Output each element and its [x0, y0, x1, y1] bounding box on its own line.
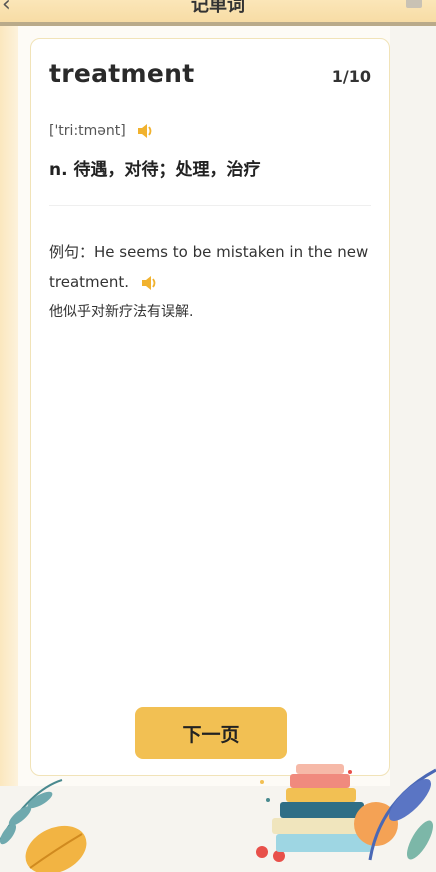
word-meaning: n. 待遇，对待；处理，治疗: [49, 160, 261, 180]
progress-counter: 1/10: [331, 67, 371, 86]
word-card: treatment 1/10 ['tri:tmənt] n. 待遇，对待；处理，…: [30, 38, 390, 776]
divider: [49, 205, 371, 206]
bookmark-icon[interactable]: [406, 0, 422, 8]
speaker-icon[interactable]: [140, 275, 158, 291]
speaker-icon[interactable]: [136, 123, 154, 139]
phonetic-text: ['tri:tmənt]: [49, 123, 126, 139]
example-translation: 他似乎对新疗法有误解.: [49, 304, 194, 320]
example-text: He seems to be mistaken in the new treat…: [49, 243, 369, 291]
app-header: ‹ 记单词: [0, 0, 436, 26]
word-title: treatment: [49, 59, 195, 88]
example-sentence: 例句：He seems to be mistaken in the new tr…: [49, 237, 371, 297]
phonetic-row: ['tri:tmənt]: [49, 123, 154, 139]
next-page-button[interactable]: 下一页: [135, 707, 287, 759]
example-label: 例句：: [49, 243, 95, 261]
page-title: 记单词: [191, 0, 245, 16]
left-decor-strip: [0, 26, 18, 786]
